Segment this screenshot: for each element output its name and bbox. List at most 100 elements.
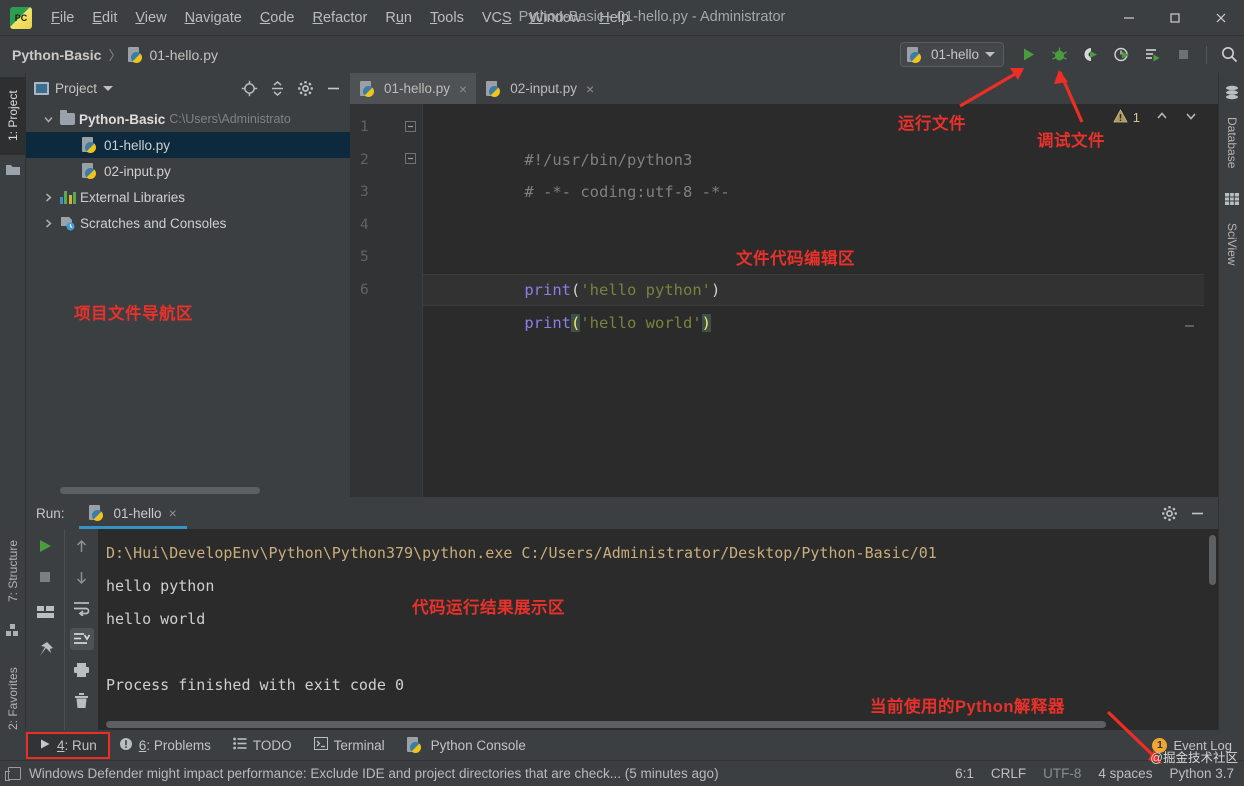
- indent-setting[interactable]: 4 spaces: [1098, 766, 1152, 781]
- menu-run[interactable]: Run: [376, 7, 421, 29]
- tree-node-scratches[interactable]: Scratches and Consoles: [26, 210, 350, 236]
- close-icon[interactable]: ×: [586, 81, 594, 97]
- chevron-right-icon[interactable]: [40, 215, 56, 231]
- sciview-icon[interactable]: [1224, 191, 1240, 207]
- scroll-to-end-icon[interactable]: [69, 628, 94, 650]
- menu-edit[interactable]: Edit: [83, 7, 126, 29]
- maximize-icon[interactable]: [1152, 0, 1198, 36]
- status-message[interactable]: Windows Defender might impact performanc…: [29, 766, 719, 781]
- menu-window[interactable]: Window: [521, 7, 591, 29]
- fold-collapse-icon[interactable]: [405, 120, 416, 132]
- next-problem-icon[interactable]: [1184, 109, 1198, 126]
- line-number-gutter[interactable]: 1 2 3 4 5 6: [350, 104, 422, 497]
- caret-position[interactable]: 6:1: [955, 766, 974, 781]
- menu-vcs[interactable]: VCS: [473, 7, 521, 29]
- bottom-tab-terminal[interactable]: Terminal: [303, 733, 396, 757]
- inspection-widget[interactable]: 1: [1113, 109, 1198, 126]
- breadcrumb-project[interactable]: Python-Basic: [12, 47, 101, 63]
- error-stripe-gutter[interactable]: [1204, 135, 1218, 497]
- chevron-down-icon[interactable]: [40, 111, 56, 127]
- menu-file[interactable]: File: [42, 7, 83, 29]
- locate-icon[interactable]: [238, 78, 260, 100]
- run-button[interactable]: [1014, 40, 1043, 69]
- bottom-tab-problems[interactable]: 6: Problems: [108, 733, 222, 758]
- debug-button[interactable]: [1045, 40, 1074, 69]
- tree-node-01-hello[interactable]: 01-hello.py: [26, 132, 350, 158]
- python-interpreter[interactable]: Python 3.7: [1169, 766, 1234, 781]
- menu-help[interactable]: Help: [590, 7, 638, 29]
- stop-button[interactable]: [1169, 40, 1198, 69]
- prev-problem-icon[interactable]: [1155, 109, 1169, 126]
- soft-wrap-icon[interactable]: [70, 597, 94, 619]
- tab-02-input[interactable]: 02-input.py ×: [476, 73, 603, 104]
- file-encoding[interactable]: UTF-8: [1043, 766, 1081, 781]
- close-icon[interactable]: [1198, 0, 1244, 36]
- folder-strip-icon[interactable]: [5, 163, 21, 179]
- print-icon[interactable]: [70, 659, 94, 681]
- sidebar-item-project[interactable]: 1: Project: [0, 77, 26, 155]
- hide-panel-icon[interactable]: [322, 78, 344, 100]
- hide-panel-icon[interactable]: [1186, 502, 1208, 524]
- bottom-tool-bar: 4: Run 6: Problems TODO Terminal Python …: [0, 730, 1244, 760]
- console-vertical-scrollbar[interactable]: [1209, 535, 1216, 585]
- profile-button[interactable]: [1107, 40, 1136, 69]
- run-tab-01-hello[interactable]: 01-hello ×: [78, 497, 187, 529]
- run-icon: [39, 738, 51, 753]
- tab-01-hello[interactable]: 01-hello.py ×: [350, 73, 477, 104]
- code-function: print: [524, 280, 571, 299]
- minimize-icon[interactable]: [1106, 0, 1152, 36]
- breadcrumb-separator-icon: 〉: [108, 48, 122, 63]
- collapse-all-icon[interactable]: [266, 78, 288, 100]
- breadcrumb-file[interactable]: 01-hello.py: [149, 47, 218, 63]
- close-icon[interactable]: ×: [459, 81, 467, 97]
- menu-navigate[interactable]: Navigate: [176, 7, 251, 29]
- rerun-icon[interactable]: [33, 535, 57, 557]
- pycharm-window: PC File Edit View Navigate Code Refactor…: [0, 0, 1244, 786]
- menu-refactor[interactable]: Refactor: [304, 7, 377, 29]
- run-configuration-selector[interactable]: 01-hello: [899, 42, 1004, 67]
- right-tool-strip: Database SciView: [1218, 73, 1244, 730]
- toggle-toolbar-icon[interactable]: [5, 767, 21, 781]
- sidebar-item-sciview[interactable]: SciView: [1219, 211, 1244, 277]
- console-horizontal-scrollbar[interactable]: [106, 721, 1106, 728]
- toolbar-divider: [1206, 45, 1207, 64]
- sidebar-item-database[interactable]: Database: [1219, 105, 1244, 181]
- trash-icon[interactable]: [70, 690, 94, 712]
- code-content[interactable]: #!/usr/bin/python3 # -*- coding:utf-8 -*…: [422, 104, 1218, 497]
- sidebar-item-structure[interactable]: 7: Structure: [0, 525, 26, 617]
- tree-node-project-root[interactable]: Python-Basic C:\Users\Administrato: [26, 106, 350, 132]
- project-panel-icon: [34, 82, 49, 95]
- run-with-console-button[interactable]: [1138, 40, 1167, 69]
- sidebar-item-structure-label: 7: Structure: [6, 539, 20, 603]
- menu-tools[interactable]: Tools: [421, 7, 473, 29]
- bottom-tab-python-console[interactable]: Python Console: [396, 733, 537, 757]
- chevron-down-icon[interactable]: [103, 86, 114, 91]
- project-tree-scrollbar[interactable]: [60, 487, 260, 494]
- folder-icon: [60, 110, 75, 125]
- pin-icon[interactable]: [33, 638, 57, 660]
- run-tab-label: 01-hello: [113, 505, 162, 521]
- code-editor[interactable]: 1 2 3 4 5 6 #!/usr/bin/python3 # -*- cod: [350, 104, 1218, 497]
- code-line-4[interactable]: [423, 209, 1218, 242]
- fold-collapse-icon-2[interactable]: [405, 152, 416, 164]
- down-icon[interactable]: [70, 566, 94, 588]
- settings-icon[interactable]: [294, 78, 316, 100]
- line-separator[interactable]: CRLF: [991, 766, 1026, 781]
- settings-icon[interactable]: [1158, 502, 1180, 524]
- bottom-tab-run[interactable]: 4: Run: [26, 731, 110, 759]
- close-icon[interactable]: ×: [169, 505, 177, 521]
- stop-icon[interactable]: [33, 566, 57, 588]
- run-with-coverage-button[interactable]: [1076, 40, 1105, 69]
- bottom-tab-todo[interactable]: TODO: [222, 733, 303, 757]
- search-icon[interactable]: [1215, 40, 1244, 69]
- up-icon[interactable]: [70, 535, 94, 557]
- layout-icon[interactable]: [33, 601, 57, 623]
- menu-view[interactable]: View: [126, 7, 175, 29]
- menu-code[interactable]: Code: [251, 7, 304, 29]
- tree-node-02-input[interactable]: 02-input.py: [26, 158, 350, 184]
- database-icon[interactable]: [1224, 85, 1240, 101]
- structure-strip-icon[interactable]: [5, 623, 21, 639]
- chevron-right-icon[interactable]: [40, 189, 56, 205]
- tree-node-external-libraries[interactable]: External Libraries: [26, 184, 350, 210]
